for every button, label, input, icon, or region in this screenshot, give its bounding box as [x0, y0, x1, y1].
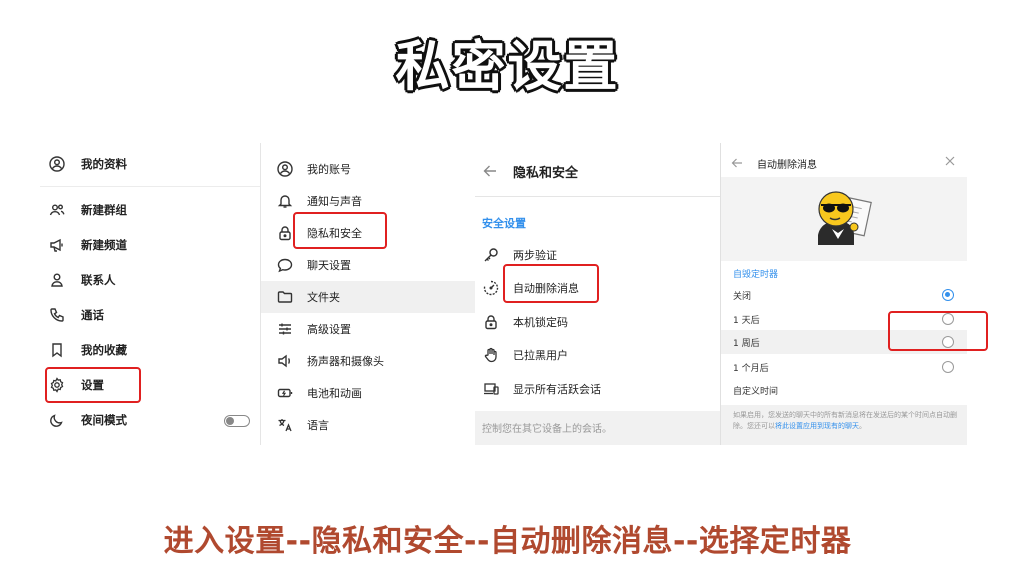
- lock-icon: [277, 225, 293, 241]
- timer-icon: [483, 280, 499, 296]
- section-header: 安全设置: [482, 217, 526, 230]
- menu-item-label: 夜间模式: [81, 413, 127, 427]
- option-1-month[interactable]: 1 个月后: [721, 355, 967, 379]
- phone-icon: [49, 307, 65, 323]
- section-header: 自毁定时器: [733, 270, 779, 280]
- privacy-header: 隐私和安全: [475, 155, 720, 187]
- person-icon: [49, 272, 65, 288]
- sticker-banner: [721, 177, 967, 261]
- settings-item-speakers[interactable]: 扬声器和摄像头: [261, 345, 475, 377]
- settings-item-label: 语言: [307, 419, 329, 432]
- settings-item-advanced[interactable]: 高级设置: [261, 313, 475, 345]
- account-icon: [277, 161, 293, 177]
- menu-item-new-channel[interactable]: 新建频道: [40, 230, 260, 260]
- hand-icon: [483, 347, 499, 363]
- back-arrow-icon[interactable]: [731, 157, 743, 169]
- option-off[interactable]: 关闭: [721, 283, 967, 307]
- option-custom-time[interactable]: 自定义时间: [721, 378, 967, 402]
- moon-icon: [49, 412, 65, 428]
- settings-item-label: 通知与声音: [307, 195, 362, 208]
- bell-icon: [277, 193, 293, 209]
- back-arrow-icon[interactable]: [483, 164, 497, 178]
- translate-icon: [277, 417, 293, 433]
- menu-item-label: 联系人: [81, 273, 116, 287]
- person-circle-icon: [49, 156, 65, 172]
- menu-item-my-profile[interactable]: 我的资料: [40, 149, 260, 179]
- highlight-auto-delete-box: [503, 264, 599, 303]
- menu-item-contacts[interactable]: 联系人: [40, 265, 260, 295]
- highlight-settings-box: [45, 367, 141, 403]
- speaker-icon: [277, 353, 293, 369]
- highlight-privacy-box: [293, 212, 387, 249]
- menu-item-label: 新建群组: [81, 203, 127, 217]
- sessions-hint: 控制您在其它设备上的会话。: [475, 411, 720, 445]
- devices-icon: [483, 381, 499, 397]
- key-icon: [483, 247, 499, 263]
- option-label: 1 天后: [733, 315, 760, 326]
- group-icon: [49, 202, 65, 218]
- privacy-item-label: 本机锁定码: [513, 316, 568, 329]
- hint-end: 。: [859, 422, 866, 430]
- settings-item-label: 扬声器和摄像头: [307, 355, 384, 368]
- settings-item-label: 我的账号: [307, 163, 351, 176]
- settings-item-language[interactable]: 语言: [261, 409, 475, 441]
- privacy-item-sessions[interactable]: 显示所有活跃会话: [475, 373, 720, 405]
- settings-item-battery[interactable]: 电池和动画: [261, 377, 475, 409]
- privacy-item-label: 显示所有活跃会话: [513, 383, 601, 396]
- auto-delete-hint: 如果启用，您发送的聊天中的所有新消息将在发送后的某个时间点自动删除。您还可以将此…: [721, 405, 967, 445]
- option-label: 1 周后: [733, 338, 760, 349]
- step-caption: 进入设置--隐私和安全--自动删除消息--选择定时器: [163, 524, 852, 559]
- menu-item-calls[interactable]: 通话: [40, 300, 260, 330]
- divider: [475, 196, 720, 197]
- settings-item-label: 文件夹: [307, 291, 340, 304]
- radio-button[interactable]: [942, 361, 954, 373]
- chat-bubble-icon: [277, 257, 293, 273]
- divider: [40, 186, 260, 187]
- bookmark-icon: [49, 342, 65, 358]
- privacy-item-label: 已拉黑用户: [513, 349, 568, 362]
- privacy-item-label: 两步验证: [513, 249, 557, 262]
- close-icon[interactable]: [944, 155, 956, 167]
- radio-button[interactable]: [942, 289, 954, 301]
- menu-item-new-group[interactable]: 新建群组: [40, 195, 260, 225]
- privacy-title: 隐私和安全: [513, 165, 579, 181]
- menu-item-saved[interactable]: 我的收藏: [40, 335, 260, 365]
- folder-icon: [277, 289, 293, 305]
- sticker-illustration: [818, 191, 872, 245]
- privacy-item-passcode[interactable]: 本机锁定码: [475, 306, 720, 338]
- settings-item-folders[interactable]: 文件夹: [261, 281, 475, 313]
- apply-existing-link[interactable]: 将此设置应用到现有的聊天: [775, 422, 859, 430]
- highlight-timer-options-box: [888, 311, 988, 351]
- option-label: 1 个月后: [733, 363, 769, 374]
- night-mode-toggle[interactable]: [224, 415, 250, 427]
- menu-item-label: 通话: [81, 308, 104, 322]
- battery-icon: [277, 385, 293, 401]
- settings-item-label: 高级设置: [307, 323, 351, 336]
- padlock-icon: [483, 314, 499, 330]
- menu-item-label: 我的收藏: [81, 343, 127, 357]
- settings-item-label: 聊天设置: [307, 259, 351, 272]
- settings-panel: 我的账号 通知与声音 隐私和安全 聊天设置 文件夹 高级设置 扬声器和摄像头 电…: [260, 143, 475, 445]
- option-label: 自定义时间: [733, 386, 779, 397]
- menu-item-night-mode[interactable]: 夜间模式: [40, 405, 260, 435]
- sliders-icon: [277, 321, 293, 337]
- megaphone-icon: [49, 237, 65, 253]
- privacy-item-blocked[interactable]: 已拉黑用户: [475, 339, 720, 371]
- menu-item-label: 我的资料: [81, 157, 127, 171]
- page-title: 私密设置: [395, 35, 620, 98]
- auto-delete-panel: 自动删除消息 自毁定时器 关闭 1 天后 1 周后 1 个月后 自定义时间 如果…: [720, 143, 967, 445]
- settings-item-chat[interactable]: 聊天设置: [261, 249, 475, 281]
- menu-item-label: 新建频道: [81, 238, 127, 252]
- auto-delete-title: 自动删除消息: [757, 159, 817, 171]
- option-label: 关闭: [733, 291, 752, 302]
- settings-item-my-account[interactable]: 我的账号: [261, 153, 475, 185]
- auto-delete-header: 自动删除消息: [721, 151, 967, 175]
- settings-item-label: 电池和动画: [307, 387, 362, 400]
